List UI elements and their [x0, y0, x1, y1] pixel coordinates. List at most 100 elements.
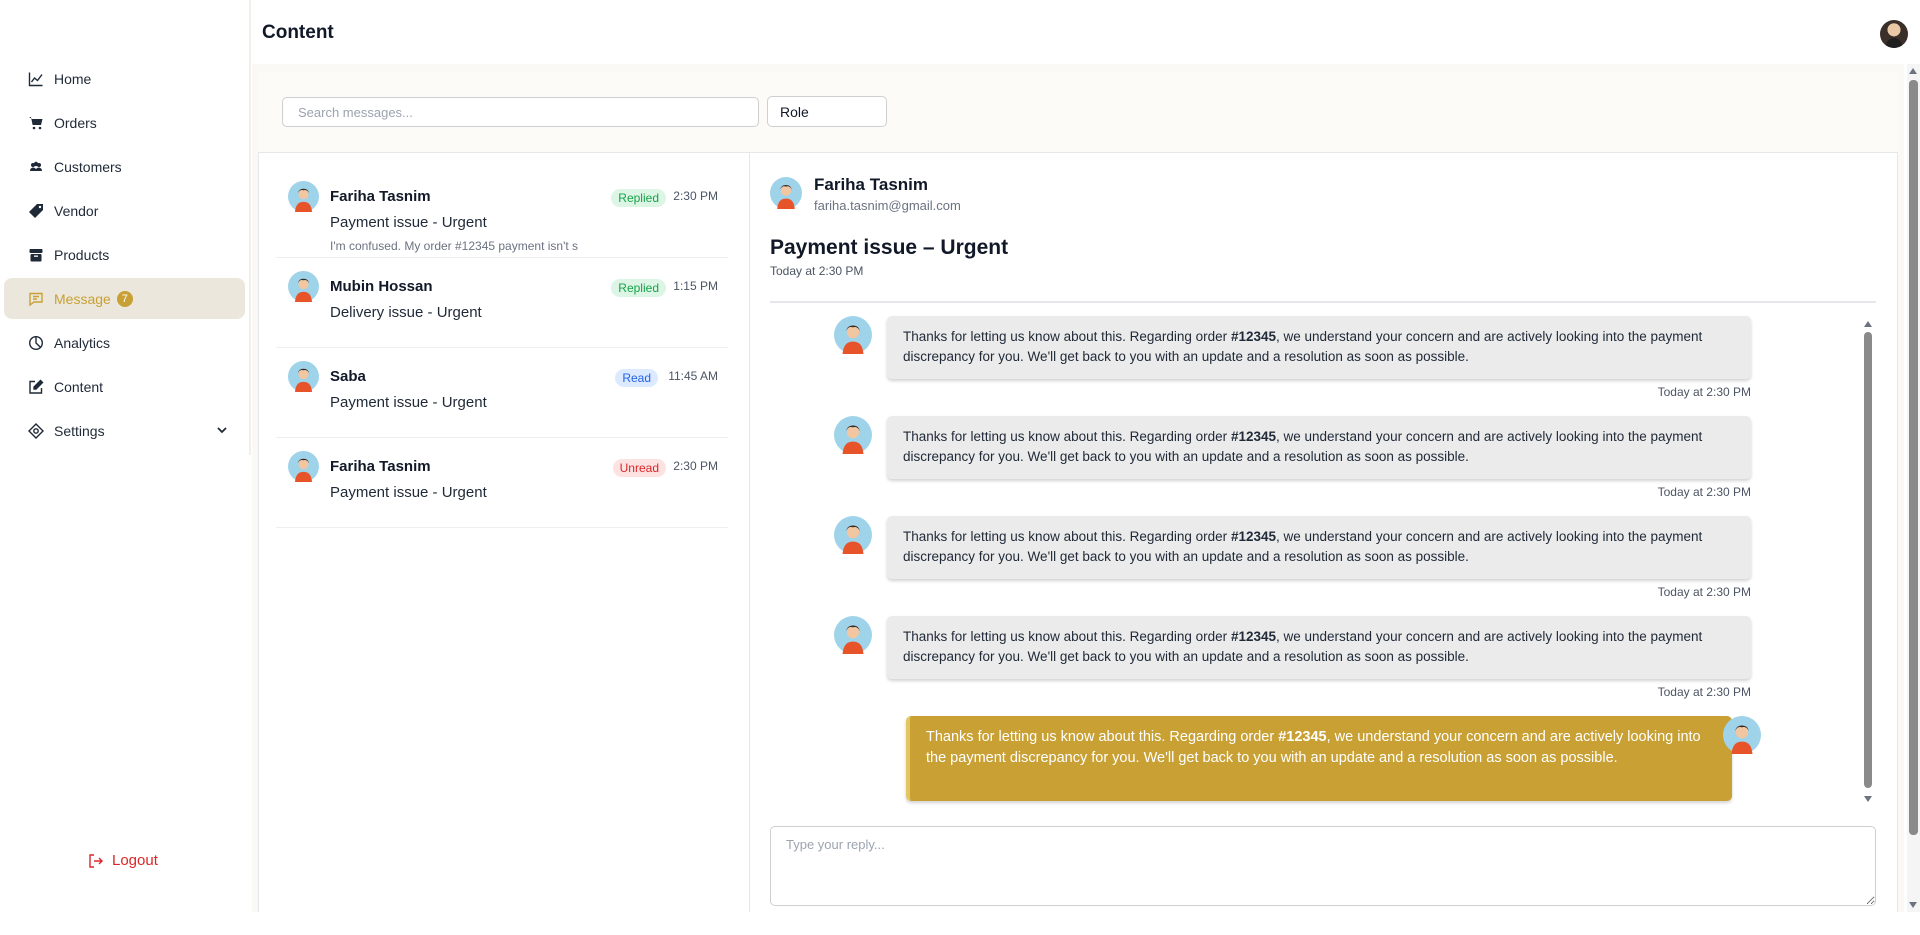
- message-text: Thanks for letting us know about this. R…: [926, 729, 1279, 745]
- message-time: 11:45 AM: [668, 369, 718, 383]
- message-list-item[interactable]: Fariha Tasnim Payment issue - Urgent Unr…: [276, 438, 728, 528]
- divider: [770, 301, 1876, 303]
- sidebar-item-customers[interactable]: Customers: [4, 146, 245, 187]
- message-thread: Thanks for letting us know about this. R…: [770, 312, 1860, 807]
- sidebar-item-label: Message: [54, 290, 111, 307]
- sender-name: Mubin Hossan: [330, 278, 433, 295]
- message-count-badge: 7: [116, 290, 133, 307]
- conversation-email: fariha.tasnim@gmail.com: [814, 198, 961, 213]
- avatar: [288, 271, 319, 302]
- status-badge: Replied: [611, 279, 666, 297]
- incoming-message: Thanks for letting us know about this. R…: [770, 612, 1860, 712]
- conversation-name: Fariha Tasnim: [814, 175, 928, 194]
- message-preview: I'm confused. My order #12345 payment is…: [330, 239, 579, 253]
- avatar: [834, 516, 872, 554]
- user-avatar[interactable]: [1880, 20, 1908, 48]
- chevron-down-icon[interactable]: [215, 423, 229, 437]
- incoming-message: Thanks for letting us know about this. R…: [770, 512, 1860, 612]
- message-icon: [28, 291, 44, 307]
- scrollbar-thumb[interactable]: [1909, 80, 1918, 835]
- scroll-up-arrow-icon[interactable]: [1909, 68, 1917, 74]
- message-text: Thanks for letting us know about this. R…: [903, 429, 1231, 444]
- order-number: #12345: [1230, 429, 1276, 444]
- cart-icon: [28, 115, 44, 131]
- message-subject: Payment issue - Urgent: [330, 394, 487, 411]
- message-list: Fariha Tasnim Payment issue - Urgent I'm…: [276, 168, 728, 528]
- message-timestamp: Today at 2:30 PM: [1657, 485, 1751, 499]
- status-badge: Unread: [612, 459, 666, 477]
- avatar: [834, 616, 872, 654]
- role-select[interactable]: Role: [767, 96, 887, 127]
- order-number: #12345: [1230, 529, 1276, 544]
- message-time: 2:30 PM: [673, 459, 718, 473]
- avatar: [834, 416, 872, 454]
- message-timestamp: Today at 2:30 PM: [1657, 385, 1751, 399]
- sidebar-item-products[interactable]: Products: [4, 234, 245, 275]
- edit-icon: [28, 379, 44, 395]
- sidebar-item-content[interactable]: Content: [4, 366, 245, 407]
- sidebar-item-analytics[interactable]: Analytics: [4, 322, 245, 363]
- scroll-down-arrow-icon[interactable]: [1909, 902, 1917, 908]
- message-time: 1:15 PM: [673, 279, 718, 293]
- status-badge: Read: [615, 369, 658, 387]
- sidebar-item-label: Customers: [54, 158, 122, 175]
- avatar: [834, 316, 872, 354]
- sidebar-item-label: Vendor: [54, 202, 99, 219]
- message-subject: Payment issue - Urgent: [330, 484, 487, 501]
- order-number: #12345: [1230, 329, 1276, 344]
- sender-name: Fariha Tasnim: [330, 188, 431, 205]
- tag-icon: [28, 203, 44, 219]
- settings-icon: [28, 422, 44, 439]
- message-bubble: Thanks for letting us know about this. R…: [887, 316, 1751, 379]
- message-timestamp: Today at 2:30 PM: [1657, 585, 1751, 599]
- message-list-item[interactable]: Saba Payment issue - Urgent Read 11:45 A…: [276, 348, 728, 438]
- sidebar: Home Orders Customers Vendor Products Me…: [0, 0, 250, 910]
- message-bubble: Thanks for letting us know about this. R…: [887, 516, 1751, 579]
- sidebar-item-home[interactable]: Home: [4, 58, 245, 99]
- logout-label: Logout: [112, 852, 158, 869]
- avatar: [288, 181, 319, 212]
- scroll-up-arrow-icon[interactable]: [1864, 321, 1872, 327]
- chart-line-icon: [28, 71, 44, 87]
- avatar: [288, 451, 319, 482]
- message-list-item[interactable]: Mubin Hossan Delivery issue - Urgent Rep…: [276, 258, 728, 348]
- sidebar-item-label: Analytics: [54, 334, 111, 351]
- conversation-date: Today at 2:30 PM: [770, 264, 864, 278]
- scroll-down-arrow-icon[interactable]: [1864, 796, 1872, 802]
- logout-button[interactable]: Logout: [88, 852, 158, 869]
- sidebar-item-vendor[interactable]: Vendor: [4, 190, 245, 231]
- search-input[interactable]: [282, 97, 759, 127]
- avatar: [288, 361, 319, 392]
- status-badge: Replied: [611, 189, 666, 207]
- sidebar-item-message[interactable]: Message 7: [4, 278, 245, 319]
- thread-scrollbar[interactable]: [1863, 318, 1873, 804]
- incoming-message: Thanks for letting us know about this. R…: [770, 412, 1860, 512]
- users-icon: [28, 159, 44, 175]
- avatar: [770, 177, 802, 209]
- message-subject: Delivery issue - Urgent: [330, 304, 482, 321]
- incoming-message: Thanks for letting us know about this. R…: [770, 312, 1860, 412]
- sidebar-item-label: Settings: [54, 422, 105, 439]
- conversation-subject: Payment issue – Urgent: [770, 236, 1009, 259]
- sidebar-item-settings[interactable]: Settings: [4, 410, 245, 451]
- reply-input[interactable]: [770, 826, 1876, 906]
- message-subject: Payment issue - Urgent: [330, 214, 487, 231]
- outgoing-message-bubble: Thanks for letting us know about this. R…: [906, 716, 1732, 801]
- message-text: Thanks for letting us know about this. R…: [903, 629, 1231, 644]
- message-time: 2:30 PM: [673, 189, 718, 203]
- message-bubble: Thanks for letting us know about this. R…: [887, 616, 1751, 679]
- message-timestamp: Today at 2:30 PM: [1657, 685, 1751, 699]
- sender-name: Saba: [330, 368, 366, 385]
- sidebar-divider: [249, 0, 251, 455]
- avatar: [1723, 716, 1761, 754]
- message-list-item[interactable]: Fariha Tasnim Payment issue - Urgent I'm…: [276, 168, 728, 258]
- sidebar-item-label: Home: [54, 70, 92, 87]
- sidebar-item-orders[interactable]: Orders: [4, 102, 245, 143]
- order-number: #12345: [1278, 729, 1327, 745]
- message-text: Thanks for letting us know about this. R…: [903, 529, 1231, 544]
- box-icon: [28, 247, 44, 263]
- scrollbar-thumb[interactable]: [1864, 332, 1872, 788]
- logout-icon: [89, 853, 103, 868]
- page-scrollbar[interactable]: [1907, 64, 1920, 912]
- message-text: Thanks for letting us know about this. R…: [903, 329, 1231, 344]
